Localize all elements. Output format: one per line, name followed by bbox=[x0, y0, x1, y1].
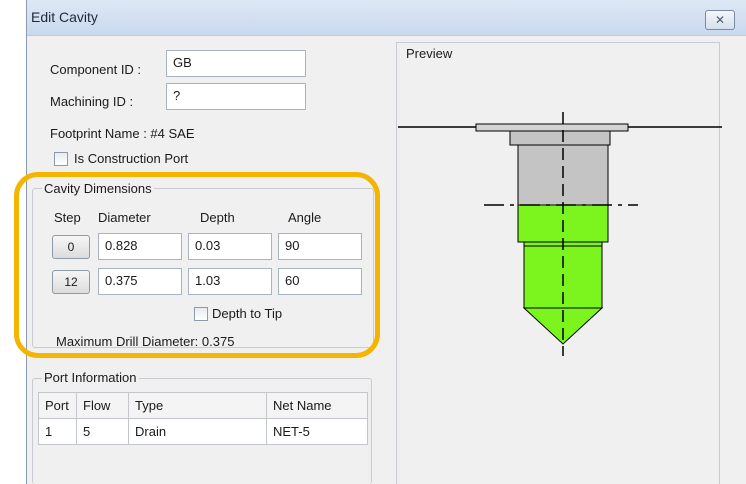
component-id-input[interactable]: GB bbox=[166, 50, 306, 77]
machining-id-input[interactable]: ? bbox=[166, 83, 306, 110]
title-bar: Edit Cavity ✕ bbox=[27, 0, 746, 36]
col-port[interactable]: Port bbox=[38, 392, 77, 419]
net-name-cell[interactable]: NET-5 bbox=[266, 418, 368, 445]
port-table-header: Port Flow Type Net Name bbox=[38, 392, 368, 419]
component-id-label: Component ID : bbox=[50, 62, 142, 77]
close-icon: ✕ bbox=[714, 13, 726, 27]
close-button[interactable]: ✕ bbox=[705, 10, 735, 30]
type-cell[interactable]: Drain bbox=[128, 418, 267, 445]
preview-title: Preview bbox=[406, 46, 453, 61]
footprint-name-label: Footprint Name : #4 SAE bbox=[50, 126, 195, 141]
col-type[interactable]: Type bbox=[128, 392, 267, 419]
highlight-ring bbox=[14, 172, 380, 358]
window-title: Edit Cavity bbox=[31, 9, 98, 25]
machining-id-label: Machining ID : bbox=[50, 94, 134, 109]
construction-port-label: Is Construction Port bbox=[74, 151, 189, 166]
port-table: Port Flow Type Net Name 1 5 Drain NET-5 bbox=[38, 392, 368, 445]
port-cell[interactable]: 1 bbox=[38, 418, 77, 445]
preview-panel bbox=[396, 42, 720, 484]
col-flow[interactable]: Flow bbox=[76, 392, 129, 419]
construction-port-checkbox[interactable] bbox=[54, 152, 68, 166]
table-row[interactable]: 1 5 Drain NET-5 bbox=[38, 418, 368, 445]
col-net-name[interactable]: Net Name bbox=[266, 392, 368, 419]
port-information-title: Port Information bbox=[42, 370, 139, 385]
flow-cell[interactable]: 5 bbox=[76, 418, 129, 445]
